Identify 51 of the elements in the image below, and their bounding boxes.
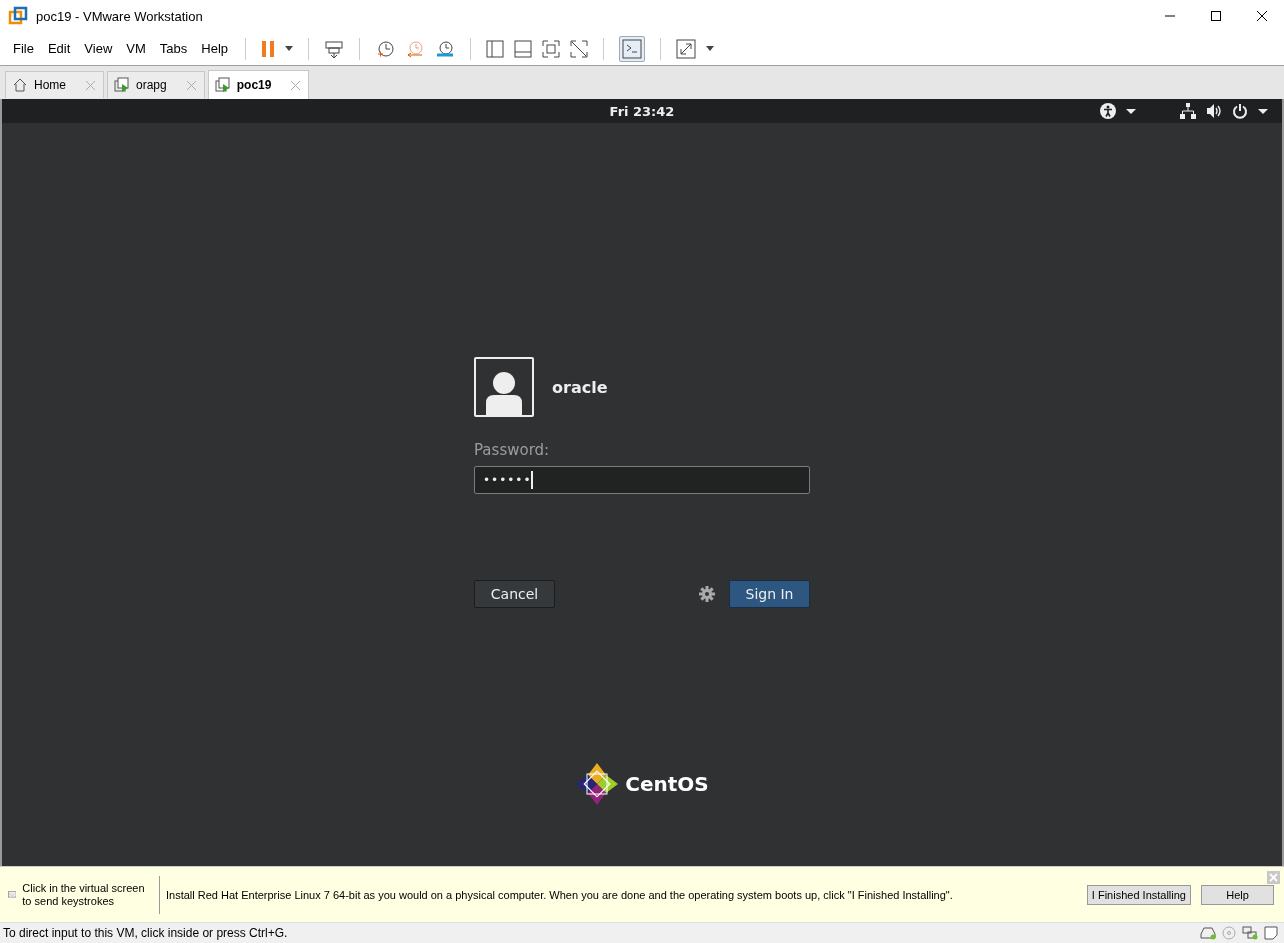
install-message: Install Red Hat Enterprise Linux 7 64-bit as you would on a physical computer. When you are done and the operating system boots up, click "I Finished Installing". <box>165 888 954 901</box>
bottom-panel-icon[interactable] <box>514 39 533 58</box>
full-screen-icon[interactable] <box>542 39 561 58</box>
sign-in-button[interactable]: Sign In <box>729 580 810 608</box>
window-title: poc19 - VMware Workstation <box>36 8 204 24</box>
status-text: To direct input to this VM, click inside or press Ctrl+G. <box>3 926 289 940</box>
accessibility-icon[interactable] <box>1100 103 1116 119</box>
settings-icon[interactable] <box>699 586 715 602</box>
password-field[interactable]: •••••• <box>474 466 810 494</box>
volume-icon[interactable] <box>1206 103 1222 119</box>
clock[interactable]: Fri 23:42 <box>609 103 675 119</box>
app-logo-icon <box>8 6 28 26</box>
caret-icon[interactable] <box>706 46 715 51</box>
help-button[interactable]: Help <box>1201 884 1274 905</box>
home-icon <box>12 77 28 93</box>
vm-icon <box>214 77 231 93</box>
vm-icon <box>114 77 130 93</box>
power-icon[interactable] <box>1232 103 1248 119</box>
menu-item[interactable]: Tabs <box>154 39 193 58</box>
console-view-icon[interactable] <box>619 35 646 62</box>
unity-off-icon[interactable] <box>570 39 589 58</box>
send-keys-icon[interactable] <box>324 38 345 59</box>
network-icon[interactable] <box>1180 103 1196 119</box>
menu-item[interactable]: Help <box>196 39 234 58</box>
caret-icon[interactable] <box>1126 108 1136 114</box>
menu-item[interactable]: File <box>8 39 39 58</box>
sidebar-icon[interactable] <box>486 39 505 58</box>
tab[interactable]: orapg <box>107 71 205 98</box>
maximize-icon[interactable] <box>1210 10 1222 22</box>
network-adapter-icon[interactable] <box>1242 926 1258 940</box>
snapshot-manager-icon[interactable] <box>435 38 456 59</box>
note-icon[interactable] <box>1264 926 1278 940</box>
snapshot-icon[interactable] <box>375 38 396 59</box>
menu-item[interactable]: VM <box>121 39 151 58</box>
close-icon[interactable] <box>1256 10 1268 22</box>
menu-item[interactable]: Edit <box>42 39 76 58</box>
keyboard-icon <box>8 888 17 901</box>
caret-icon[interactable] <box>285 46 294 51</box>
tab[interactable]: poc19 <box>207 70 310 99</box>
finished-installing-button[interactable]: I Finished Installing <box>1086 884 1191 905</box>
user-name: oracle <box>552 377 608 397</box>
tab[interactable]: Home <box>5 71 104 98</box>
pinwheel-logo-icon <box>575 762 620 806</box>
password-label: Password: <box>474 441 551 459</box>
keyboard-hint: Click in the virtual screen to send keystrokes <box>22 881 146 908</box>
stretch-icon[interactable] <box>676 38 697 59</box>
menu-item[interactable]: View <box>79 39 118 58</box>
cancel-button[interactable]: Cancel <box>474 580 555 608</box>
logo-text: CentOS <box>625 772 709 796</box>
caret-icon[interactable] <box>1258 108 1268 114</box>
pause-icon[interactable] <box>261 38 276 59</box>
